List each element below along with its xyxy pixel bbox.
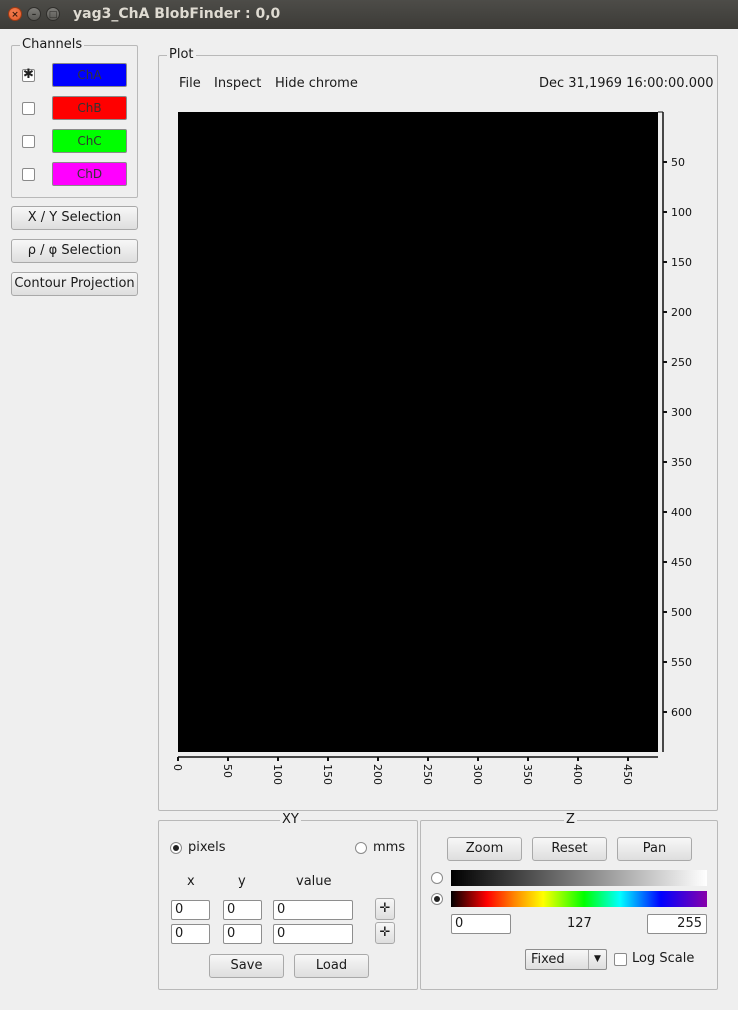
- row2-crosshair-button[interactable]: ✛: [375, 922, 395, 944]
- z-max-field[interactable]: 255: [647, 914, 707, 934]
- grayscale-colormap-radio[interactable]: [431, 872, 443, 884]
- pixels-radio[interactable]: [170, 842, 182, 854]
- channel-button-chb[interactable]: ChB: [52, 96, 127, 120]
- reset-button[interactable]: Reset: [532, 837, 607, 861]
- z-mid-value: 127: [567, 916, 592, 931]
- row2-x-field[interactable]: 0: [171, 924, 210, 944]
- maximize-icon[interactable]: □: [46, 7, 60, 21]
- channel-button-chc[interactable]: ChC: [52, 129, 127, 153]
- menu-file[interactable]: File: [179, 76, 201, 91]
- contour-projection-button[interactable]: Contour Projection: [11, 272, 138, 296]
- close-icon[interactable]: ×: [8, 7, 22, 21]
- title-bar: × – □ yag3_ChA BlobFinder : 0,0: [0, 0, 738, 29]
- image-plot[interactable]: [178, 112, 658, 752]
- mms-label: mms: [373, 840, 406, 855]
- grayscale-colorbar: [451, 870, 707, 886]
- col-y-header: y: [238, 874, 246, 889]
- plot-legend: Plot: [167, 47, 196, 62]
- row2-value-field[interactable]: 0: [273, 924, 353, 944]
- window-title: yag3_ChA BlobFinder : 0,0: [73, 6, 281, 22]
- channel-button-cha[interactable]: ChA: [52, 63, 127, 87]
- menu-inspect[interactable]: Inspect: [214, 76, 261, 91]
- minimize-icon[interactable]: –: [27, 7, 41, 21]
- zoom-button[interactable]: Zoom: [447, 837, 522, 861]
- scale-mode-select[interactable]: Fixed ▼: [525, 949, 607, 970]
- row2-y-field[interactable]: 0: [223, 924, 262, 944]
- load-button[interactable]: Load: [294, 954, 369, 978]
- z-legend: Z: [564, 812, 577, 827]
- channels-legend: Channels: [20, 37, 85, 52]
- row1-x-field[interactable]: 0: [171, 900, 210, 920]
- rho-phi-selection-button[interactable]: ρ / φ Selection: [11, 239, 138, 263]
- log-scale-checkbox[interactable]: [614, 953, 627, 966]
- mms-radio[interactable]: [355, 842, 367, 854]
- xy-legend: XY: [280, 812, 301, 827]
- row1-crosshair-button[interactable]: ✛: [375, 898, 395, 920]
- channel-button-chd[interactable]: ChD: [52, 162, 127, 186]
- rainbow-colormap-radio[interactable]: [431, 893, 443, 905]
- col-value-header: value: [296, 874, 332, 889]
- channel-checkbox-chd[interactable]: [22, 168, 35, 181]
- save-button[interactable]: Save: [209, 954, 284, 978]
- pixels-label: pixels: [188, 840, 226, 855]
- rainbow-colorbar: [451, 891, 707, 907]
- chevron-down-icon: ▼: [588, 950, 606, 969]
- channel-checkbox-chb[interactable]: [22, 102, 35, 115]
- log-scale-label: Log Scale: [632, 951, 695, 966]
- row1-y-field[interactable]: 0: [223, 900, 262, 920]
- channel-checkbox-cha[interactable]: [22, 67, 35, 82]
- menu-hide-chrome[interactable]: Hide chrome: [275, 76, 358, 91]
- plot-timestamp: Dec 31,1969 16:00:00.000: [539, 76, 714, 91]
- z-min-field[interactable]: 0: [451, 914, 511, 934]
- col-x-header: x: [187, 874, 195, 889]
- xy-selection-button[interactable]: X / Y Selection: [11, 206, 138, 230]
- channel-checkbox-chc[interactable]: [22, 135, 35, 148]
- row1-value-field[interactable]: 0: [273, 900, 353, 920]
- pan-button[interactable]: Pan: [617, 837, 692, 861]
- scale-mode-value: Fixed: [531, 952, 565, 967]
